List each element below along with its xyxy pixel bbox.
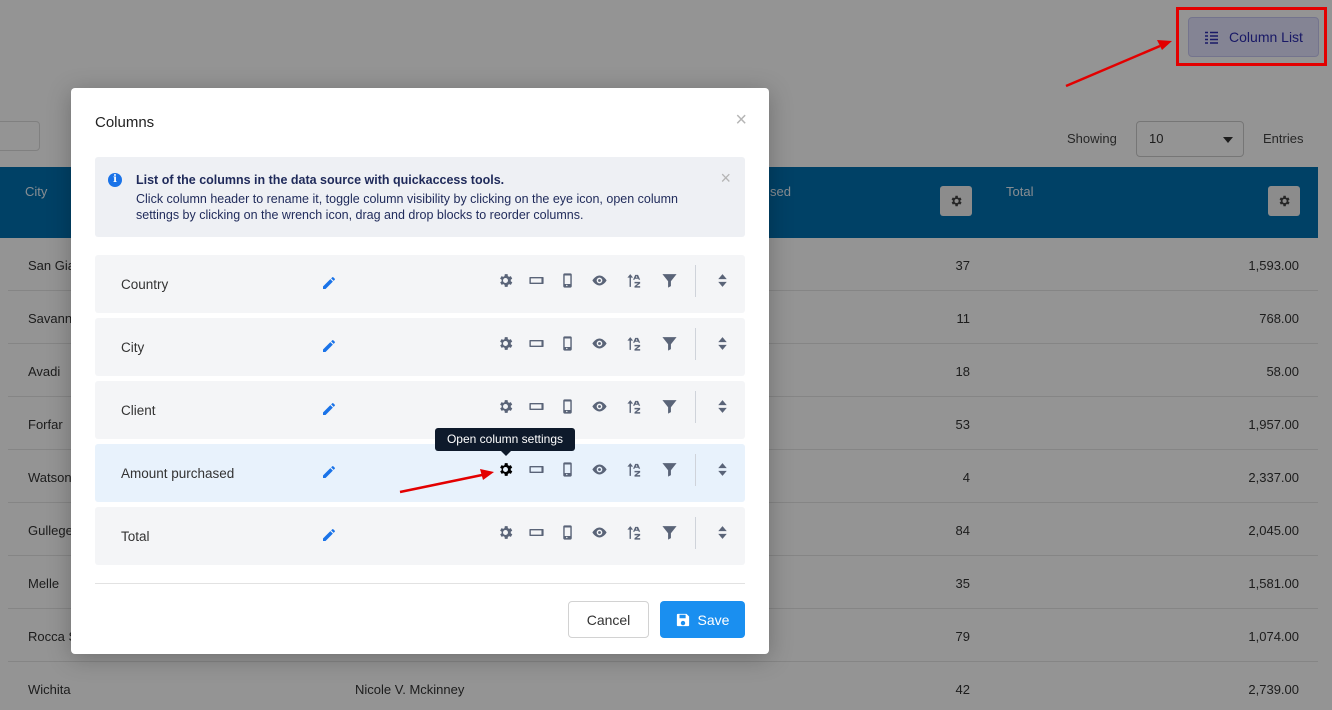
- tablet-icon[interactable]: [527, 397, 545, 415]
- tablet-icon[interactable]: [527, 460, 545, 478]
- divider: [695, 328, 696, 360]
- info-close-button[interactable]: ×: [720, 169, 731, 187]
- divider: [695, 391, 696, 423]
- filter-icon[interactable]: [660, 460, 678, 478]
- sort-icon[interactable]: [625, 460, 643, 478]
- sort-icon[interactable]: [625, 523, 643, 541]
- column-item[interactable]: Client: [95, 381, 745, 439]
- mobile-icon[interactable]: [558, 460, 576, 478]
- column-name[interactable]: Client: [121, 403, 156, 418]
- info-alert: i List of the columns in the data source…: [95, 157, 745, 237]
- column-name[interactable]: Total: [121, 529, 150, 544]
- floppy-disk-icon: [676, 613, 689, 626]
- mobile-icon[interactable]: [558, 523, 576, 541]
- tooltip: Open column settings: [435, 428, 575, 456]
- drag-handle-icon[interactable]: [713, 271, 731, 289]
- column-item[interactable]: Country: [95, 255, 745, 313]
- modal-close-button[interactable]: ×: [735, 110, 747, 130]
- eye-icon[interactable]: [590, 397, 608, 415]
- gear-icon[interactable]: [496, 460, 514, 478]
- sort-icon[interactable]: [625, 334, 643, 352]
- modal-title: Columns: [95, 114, 155, 131]
- gear-icon[interactable]: [496, 334, 514, 352]
- column-item[interactable]: Amount purchased: [95, 444, 745, 502]
- pencil-icon[interactable]: [321, 401, 337, 417]
- gear-icon[interactable]: [496, 271, 514, 289]
- filter-icon[interactable]: [660, 397, 678, 415]
- divider: [695, 517, 696, 549]
- column-name[interactable]: Country: [121, 277, 168, 292]
- pencil-icon[interactable]: [321, 338, 337, 354]
- gear-icon[interactable]: [496, 523, 514, 541]
- info-title: List of the columns in the data source w…: [136, 173, 505, 187]
- filter-icon[interactable]: [660, 271, 678, 289]
- tablet-icon[interactable]: [527, 334, 545, 352]
- sort-icon[interactable]: [625, 271, 643, 289]
- eye-icon[interactable]: [590, 334, 608, 352]
- column-item[interactable]: Total: [95, 507, 745, 565]
- column-item[interactable]: City: [95, 318, 745, 376]
- cancel-label: Cancel: [586, 611, 631, 628]
- gear-icon[interactable]: [496, 397, 514, 415]
- eye-icon[interactable]: [590, 271, 608, 289]
- pencil-icon[interactable]: [321, 464, 337, 480]
- modal-footer-divider: [95, 583, 745, 584]
- eye-icon[interactable]: [590, 460, 608, 478]
- cancel-button[interactable]: Cancel: [568, 601, 649, 638]
- drag-handle-icon[interactable]: [713, 334, 731, 352]
- drag-handle-icon[interactable]: [713, 397, 731, 415]
- drag-handle-icon[interactable]: [713, 523, 731, 541]
- sort-icon[interactable]: [625, 397, 643, 415]
- filter-icon[interactable]: [660, 523, 678, 541]
- eye-icon[interactable]: [590, 523, 608, 541]
- divider: [695, 454, 696, 486]
- mobile-icon[interactable]: [558, 334, 576, 352]
- columns-modal: Columns × i List of the columns in the d…: [71, 88, 769, 654]
- annotation-highlight-box: [1176, 7, 1327, 66]
- column-name[interactable]: Amount purchased: [121, 466, 234, 481]
- mobile-icon[interactable]: [558, 397, 576, 415]
- tablet-icon[interactable]: [527, 523, 545, 541]
- filter-icon[interactable]: [660, 334, 678, 352]
- save-button[interactable]: Save: [660, 601, 745, 638]
- tablet-icon[interactable]: [527, 271, 545, 289]
- pencil-icon[interactable]: [321, 275, 337, 291]
- info-icon: i: [108, 173, 122, 187]
- info-body: Click column header to rename it, toggle…: [136, 192, 678, 222]
- pencil-icon[interactable]: [321, 527, 337, 543]
- mobile-icon[interactable]: [558, 271, 576, 289]
- save-label: Save: [697, 611, 730, 628]
- divider: [695, 265, 696, 297]
- column-name[interactable]: City: [121, 340, 144, 355]
- drag-handle-icon[interactable]: [713, 460, 731, 478]
